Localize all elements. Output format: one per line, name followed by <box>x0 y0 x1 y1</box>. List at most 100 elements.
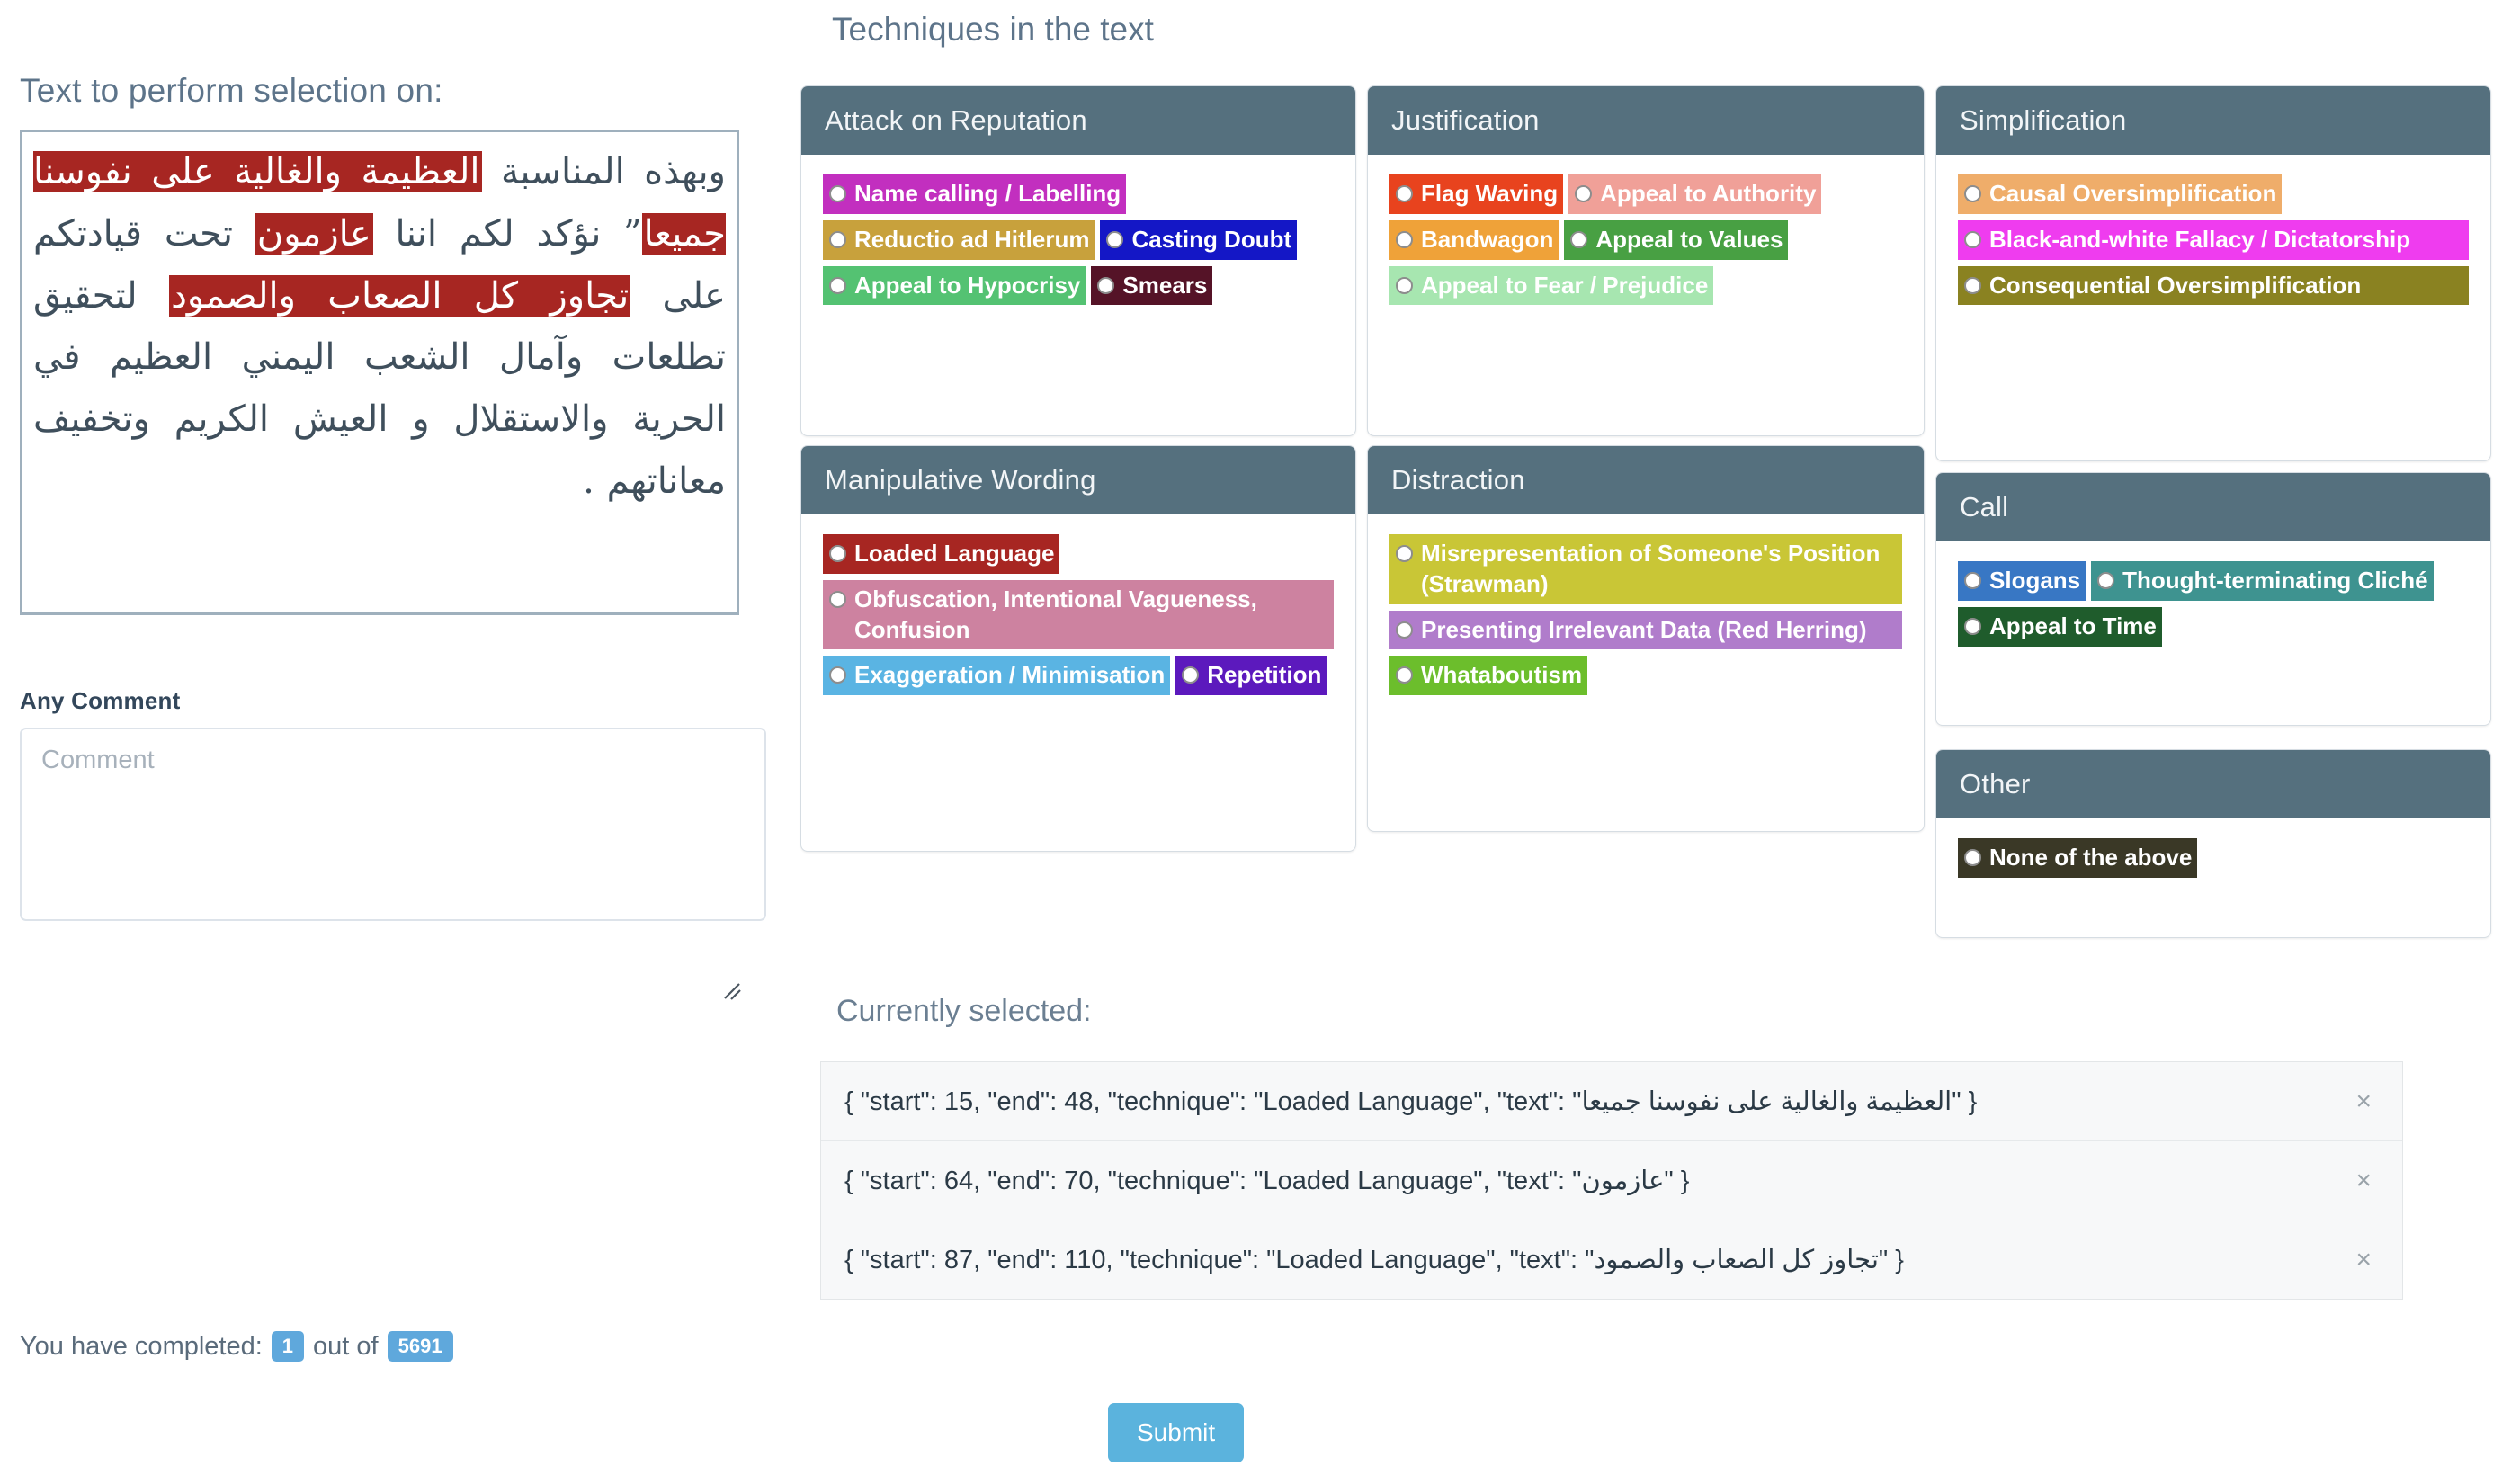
radio-button-icon[interactable] <box>829 545 846 562</box>
radio-button-icon[interactable] <box>1396 276 1413 294</box>
highlighted-span[interactable]: تجاوز كل الصعاب والصمود <box>169 274 631 317</box>
source-text-panel[interactable]: وبهذه المناسبة العظيمة والغالية على نفوس… <box>20 130 739 615</box>
selected-annotation-row: { "start": 64, "end": 70, "technique": "… <box>821 1141 2402 1220</box>
currently-selected-list: { "start": 15, "end": 48, "technique": "… <box>820 1061 2403 1300</box>
technique-option[interactable]: Consequential Oversimplification <box>1958 265 2469 306</box>
technique-option[interactable]: Appeal to Authority <box>1568 174 1822 214</box>
technique-option-label: Repetition <box>1207 661 1322 689</box>
radio-button-icon[interactable] <box>1964 230 1981 248</box>
radio-button-icon[interactable] <box>1106 230 1124 248</box>
technique-option[interactable]: Thought-terminating Cliché <box>2091 561 2434 601</box>
resize-grip-icon <box>719 979 743 1002</box>
technique-option[interactable]: Causal Oversimplification <box>1958 174 2283 214</box>
technique-option[interactable]: Flag Waving <box>1389 174 1564 214</box>
radio-button-icon[interactable] <box>829 230 846 248</box>
technique-option[interactable]: Casting Doubt <box>1100 219 1298 260</box>
technique-option-label: Whataboutism <box>1421 661 1583 689</box>
technique-option[interactable]: Appeal to Values <box>1564 219 1789 260</box>
source-text-content[interactable]: وبهذه المناسبة العظيمة والغالية على نفوس… <box>33 141 727 513</box>
radio-button-icon[interactable] <box>1396 666 1413 684</box>
technique-option-label: Reductio ad Hitlerum <box>854 225 1090 253</box>
technique-option[interactable]: Appeal to Fear / Prejudice <box>1389 265 1714 306</box>
technique-chip-row: None of the above <box>1958 838 2469 884</box>
radio-button-icon[interactable] <box>1964 185 1981 202</box>
technique-option[interactable]: Black-and-white Fallacy / Dictatorship <box>1958 219 2469 260</box>
technique-option[interactable]: Name calling / Labelling <box>823 174 1127 214</box>
technique-option[interactable]: Loaded Language <box>823 534 1060 574</box>
radio-button-icon[interactable] <box>829 185 846 202</box>
selected-annotation-text: { "start": 15, "end": 48, "technique": "… <box>844 1087 1978 1116</box>
radio-button-icon[interactable] <box>1396 185 1413 202</box>
comment-label: Any Comment <box>20 687 181 714</box>
selected-annotation-row: { "start": 87, "end": 110, "technique": … <box>821 1220 2402 1299</box>
radio-button-icon[interactable] <box>1964 276 1981 294</box>
radio-button-icon[interactable] <box>1575 185 1593 202</box>
technique-option-label: Appeal to Authority <box>1600 180 1817 207</box>
radio-button-icon[interactable] <box>1964 849 1981 866</box>
technique-option[interactable]: Misrepresentation of Someone's Position … <box>1389 534 1902 604</box>
radio-button-icon[interactable] <box>2097 572 2115 589</box>
radio-button-icon[interactable] <box>1097 276 1115 294</box>
completed-total-badge: 5691 <box>387 1331 453 1363</box>
remove-annotation-icon[interactable]: × <box>2330 1167 2372 1194</box>
technique-option-label: Consequential Oversimplification <box>1989 271 2362 299</box>
technique-option-label: Causal Oversimplification <box>1989 180 2277 207</box>
technique-option[interactable]: Slogans <box>1958 561 2086 601</box>
technique-option[interactable]: Repetition <box>1175 656 1327 696</box>
completed-count-badge: 1 <box>271 1331 305 1363</box>
radio-button-icon[interactable] <box>1396 621 1413 639</box>
completion-status: You have completed: 1 out of 5691 <box>20 1331 453 1363</box>
radio-button-icon[interactable] <box>1964 572 1981 589</box>
technique-option-label: Casting Doubt <box>1131 225 1292 253</box>
technique-card-body: Name calling / Labelling Reductio ad Hitl… <box>801 155 1355 335</box>
radio-button-icon[interactable] <box>829 666 846 684</box>
technique-card-title: Attack on Reputation <box>801 86 1355 155</box>
text-selection-label: Text to perform selection on: <box>20 72 443 109</box>
technique-option-label: Obfuscation, Intentional Vagueness, Conf… <box>854 585 1257 643</box>
selected-annotation-text: { "start": 64, "end": 70, "technique": "… <box>844 1167 1690 1195</box>
radio-button-icon[interactable] <box>829 276 846 294</box>
technique-option-label: Appeal to Hypocrisy <box>854 271 1081 299</box>
selected-annotation-row: { "start": 15, "end": 48, "technique": "… <box>821 1062 2402 1141</box>
technique-option[interactable]: Appeal to Time <box>1958 606 2162 647</box>
technique-card: Justification Flag Waving Appeal to Author… <box>1367 85 1925 436</box>
radio-button-icon[interactable] <box>1396 230 1413 248</box>
technique-option-label: Loaded Language <box>854 540 1055 567</box>
technique-option[interactable]: Exaggeration / Minimisation <box>823 656 1171 696</box>
technique-option[interactable]: Appeal to Hypocrisy <box>823 265 1086 306</box>
radio-button-icon[interactable] <box>1570 230 1588 248</box>
radio-button-icon[interactable] <box>1396 545 1413 562</box>
highlighted-span[interactable]: عازمون <box>255 212 373 255</box>
technique-chip-row: Name calling / Labelling Reductio ad Hitl… <box>823 174 1334 311</box>
technique-option[interactable]: Bandwagon <box>1389 219 1559 260</box>
left-panel: Text to perform selection on: وبهذه المن… <box>0 0 791 1484</box>
technique-card-title: Justification <box>1368 86 1924 155</box>
remove-annotation-icon[interactable]: × <box>2330 1087 2372 1115</box>
technique-option[interactable]: Obfuscation, Intentional Vagueness, Conf… <box>823 579 1334 650</box>
remove-annotation-icon[interactable]: × <box>2330 1246 2372 1274</box>
submit-button[interactable]: Submit <box>1108 1403 1245 1462</box>
completion-middle: out of <box>313 1331 379 1361</box>
currently-selected-title: Currently selected: <box>836 994 1092 1028</box>
technique-card-body: Flag Waving Appeal to Authority Bandwagon A… <box>1368 155 1924 335</box>
technique-chip-row: Flag Waving Appeal to Authority Bandwagon A… <box>1389 174 1902 311</box>
technique-chip-row: Slogans Thought-terminating Cliché Appeal … <box>1958 561 2469 653</box>
radio-button-icon[interactable] <box>1182 666 1200 684</box>
technique-card-body: Misrepresentation of Someone's Position … <box>1368 514 1924 725</box>
technique-option-label: Bandwagon <box>1421 225 1554 253</box>
technique-card-title: Other <box>1936 750 2490 818</box>
technique-card-body: None of the above <box>1936 818 2490 907</box>
comment-input[interactable] <box>20 728 766 921</box>
technique-option[interactable]: None of the above <box>1958 838 2198 878</box>
technique-option-label: Appeal to Fear / Prejudice <box>1421 271 1709 299</box>
technique-card-body: Causal Oversimplification Black-and-white… <box>1936 155 2490 335</box>
technique-option[interactable]: Presenting Irrelevant Data (Red Herring) <box>1389 610 1902 650</box>
technique-option[interactable]: Whataboutism <box>1389 656 1588 696</box>
plain-span[interactable]: وبهذه المناسبة <box>482 151 726 192</box>
technique-option[interactable]: Reductio ad Hitlerum <box>823 219 1095 260</box>
radio-button-icon[interactable] <box>1964 617 1981 635</box>
technique-option[interactable]: Smears <box>1091 265 1213 306</box>
radio-button-icon[interactable] <box>829 590 846 608</box>
plain-span[interactable]: ” نؤكد لكم اننا <box>373 213 642 255</box>
technique-card-title: Distraction <box>1368 446 1924 514</box>
